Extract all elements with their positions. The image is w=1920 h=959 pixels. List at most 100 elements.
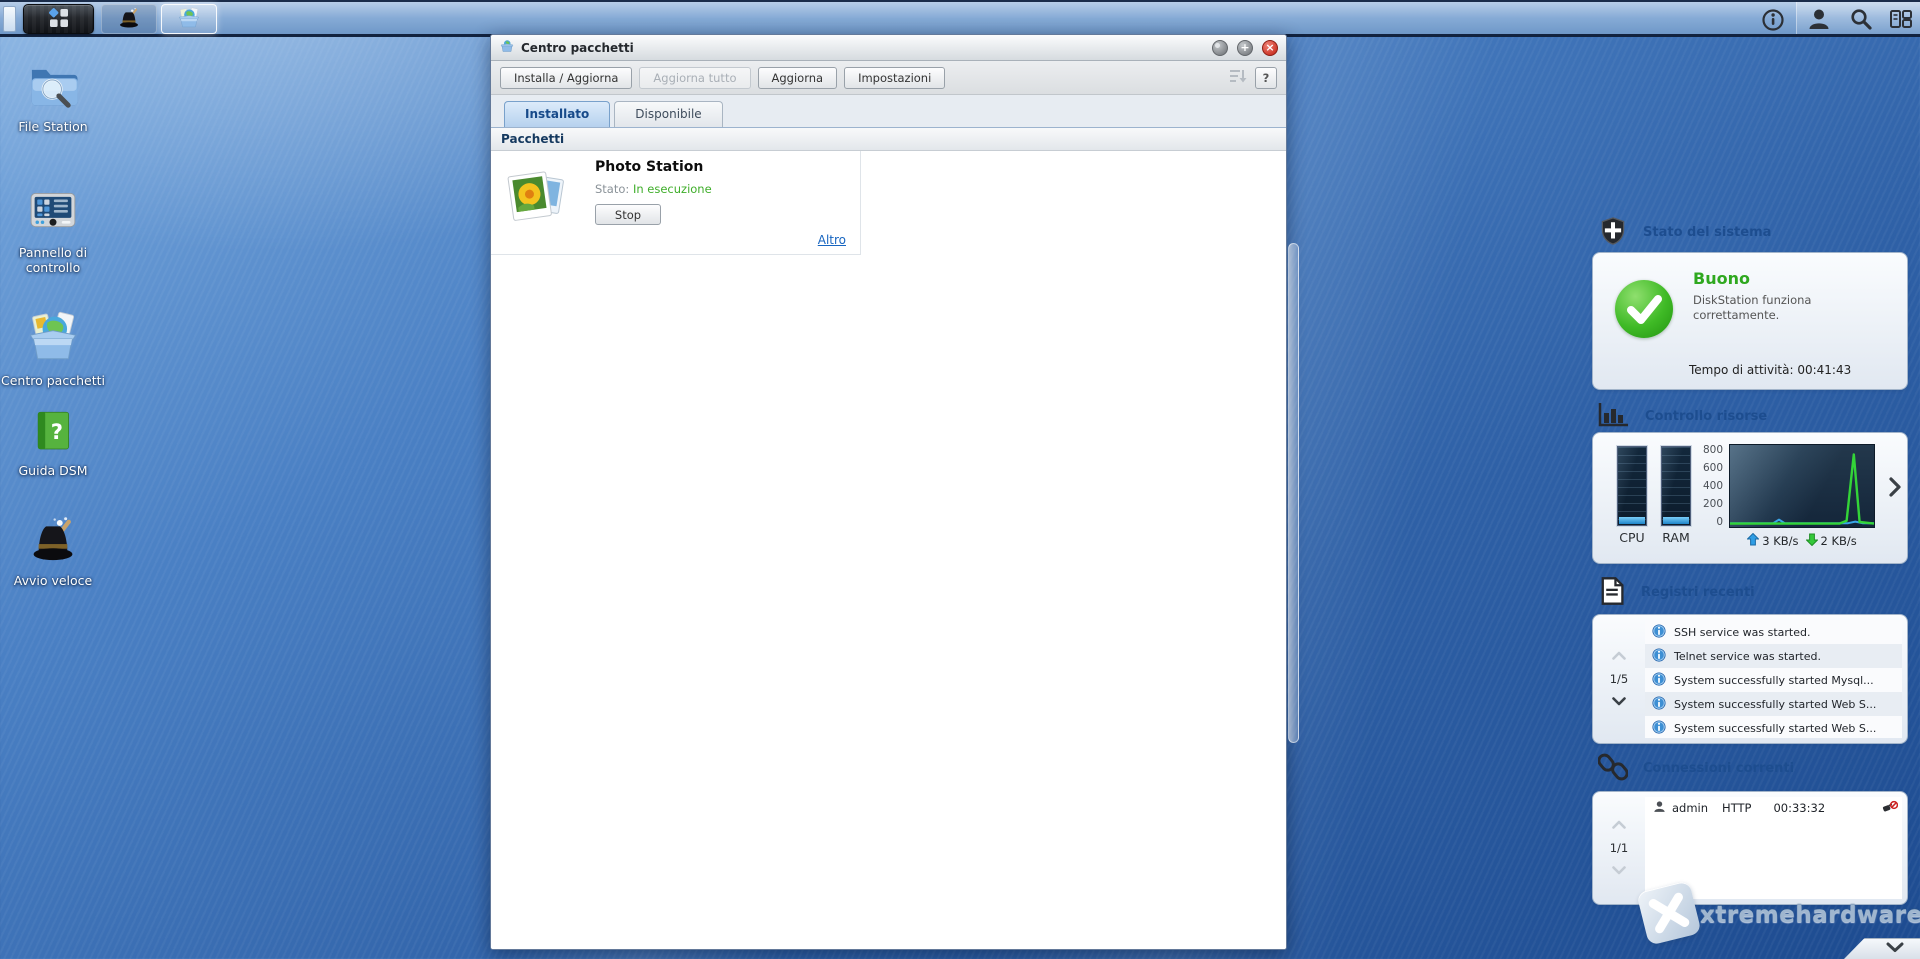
status-ok-icon [1615, 280, 1673, 338]
settings-button[interactable]: Impostazioni [844, 67, 945, 89]
magic-hat-icon [116, 5, 142, 34]
file-station-icon [26, 58, 80, 115]
log-row: System successfully started Mysql... [1645, 668, 1902, 692]
package-center-taskbar-button[interactable] [161, 4, 217, 34]
desktop-icon-quick-start[interactable]: Avvio veloce [0, 512, 106, 589]
network-chart [1729, 444, 1875, 528]
window-edge-scroll-pill[interactable] [1288, 243, 1299, 743]
install-update-button[interactable]: Installa / Aggiorna [500, 67, 632, 89]
system-status-header: Stato del sistema [1598, 216, 1910, 248]
info-log-icon [1652, 696, 1666, 713]
info-log-icon [1652, 648, 1666, 665]
log-row: SSH service was started. [1645, 620, 1902, 644]
taskbar [0, 0, 1920, 37]
resource-monitor-header: Controllo risorse [1598, 400, 1910, 432]
search-button[interactable] [1847, 7, 1875, 33]
connection-row: admin HTTP 00:33:32 [1645, 797, 1902, 819]
photo-station-icon [505, 162, 569, 231]
cpu-gauge [1617, 446, 1647, 526]
connection-time: 00:33:32 [1773, 801, 1825, 815]
search-icon [1849, 7, 1873, 34]
main-menu-button[interactable] [23, 4, 94, 34]
quick-launch-button[interactable] [101, 4, 157, 34]
package-center-window: Centro pacchetti + × Installa / Aggiorna… [490, 34, 1287, 950]
package-item-photo-station: Photo Station Stato: In esecuzione Stop … [491, 151, 861, 255]
show-desktop-button[interactable] [3, 6, 16, 32]
connections-header: Connessioni correnti [1598, 752, 1910, 784]
window-toolbar: Installa / Aggiorna Aggiorna tutto Aggio… [491, 61, 1286, 95]
widget-title: Controllo risorse [1645, 409, 1767, 424]
log-row: System successfully started Web S... [1645, 716, 1902, 738]
sort-icon[interactable] [1228, 67, 1248, 88]
tab-available[interactable]: Disponibile [614, 101, 722, 127]
download-arrow-icon [1806, 533, 1818, 549]
recent-logs-header: Registri recenti [1598, 576, 1910, 608]
network-chart-y-ticks: 800 600 400 200 0 [1693, 444, 1723, 528]
ram-label: RAM [1660, 530, 1692, 545]
info-icon [1761, 8, 1785, 35]
magic-hat-icon [26, 512, 80, 569]
help-book-icon: ? [28, 406, 78, 459]
pager-down-icon[interactable] [1612, 695, 1626, 709]
desktop-icon-control-panel[interactable]: Pannello di controllo [0, 182, 106, 276]
logs-pager: 1/5 [1593, 615, 1645, 743]
chain-link-icon [1598, 752, 1628, 785]
upload-arrow-icon [1747, 533, 1759, 549]
system-status-value: Buono [1693, 269, 1750, 288]
desktop-icon-label: Avvio veloce [14, 574, 92, 589]
minimize-button[interactable] [1212, 40, 1228, 56]
tab-strip: Installato Disponibile [491, 95, 1286, 128]
info-log-icon [1652, 672, 1666, 689]
user-icon [1807, 7, 1831, 34]
recent-logs-card: 1/5 SSH service was started. Telnet serv… [1592, 614, 1908, 744]
pager-text: 1/1 [1610, 841, 1629, 855]
user-menu-button[interactable] [1805, 7, 1833, 33]
tab-installed[interactable]: Installato [504, 101, 610, 127]
log-row: System successfully started Web S... [1645, 692, 1902, 716]
disconnect-icon[interactable] [1882, 800, 1898, 817]
info-button[interactable] [1760, 8, 1786, 34]
info-log-icon [1652, 624, 1666, 641]
user-icon [1653, 800, 1666, 816]
shield-icon [1598, 216, 1628, 249]
window-title: Centro pacchetti [521, 41, 1203, 55]
pager-up-icon[interactable] [1612, 649, 1626, 663]
log-row: Telnet service was started. [1645, 644, 1902, 668]
uptime-text: Tempo di attività: 00:41:43 [1689, 363, 1851, 377]
collapse-widgets-tab[interactable] [1844, 938, 1920, 959]
network-chart-svg [1730, 445, 1874, 527]
package-status: Stato: In esecuzione [595, 182, 712, 196]
svg-text:?: ? [51, 419, 63, 444]
info-log-icon [1652, 720, 1666, 737]
pilot-view-button[interactable] [1887, 7, 1915, 33]
package-name: Photo Station [595, 159, 703, 175]
pilot-view-icon [1889, 7, 1913, 34]
expand-resource-chevron-icon[interactable] [1887, 475, 1903, 502]
desktop-icon-label: File Station [18, 120, 87, 135]
pager-up-icon[interactable] [1612, 818, 1626, 832]
package-center-icon [176, 5, 202, 34]
desktop-icon-dsm-help[interactable]: ? Guida DSM [0, 406, 106, 479]
refresh-button[interactable]: Aggiorna [758, 67, 838, 89]
help-button[interactable]: ? [1255, 67, 1277, 89]
more-link[interactable]: Altro [818, 233, 846, 247]
connection-protocol: HTTP [1722, 801, 1751, 815]
desktop-icon-file-station[interactable]: File Station [0, 58, 106, 135]
stop-button[interactable]: Stop [595, 204, 661, 225]
pager-text: 1/5 [1610, 672, 1629, 686]
pager-down-icon[interactable] [1612, 864, 1626, 878]
window-titlebar[interactable]: Centro pacchetti + × [491, 35, 1286, 61]
window-content: Photo Station Stato: In esecuzione Stop … [491, 151, 1286, 949]
maximize-button[interactable]: + [1237, 40, 1253, 56]
desktop-icon-label: Guida DSM [19, 464, 88, 479]
desktop-icon-label: Pannello di controllo [0, 246, 106, 276]
close-button[interactable]: × [1262, 40, 1278, 56]
upload-value: 3 KB/s [1762, 534, 1798, 548]
log-rows: SSH service was started. Telnet service … [1645, 620, 1902, 738]
update-all-button[interactable]: Aggiorna tutto [639, 67, 750, 89]
widget-title: Connessioni correnti [1643, 761, 1794, 776]
ram-gauge [1661, 446, 1691, 526]
desktop-icon-package-center[interactable]: Centro pacchetti [0, 308, 106, 389]
connections-card: 1/1 admin HTTP 00:33:32 [1592, 791, 1908, 905]
connections-pager: 1/1 [1593, 792, 1645, 904]
